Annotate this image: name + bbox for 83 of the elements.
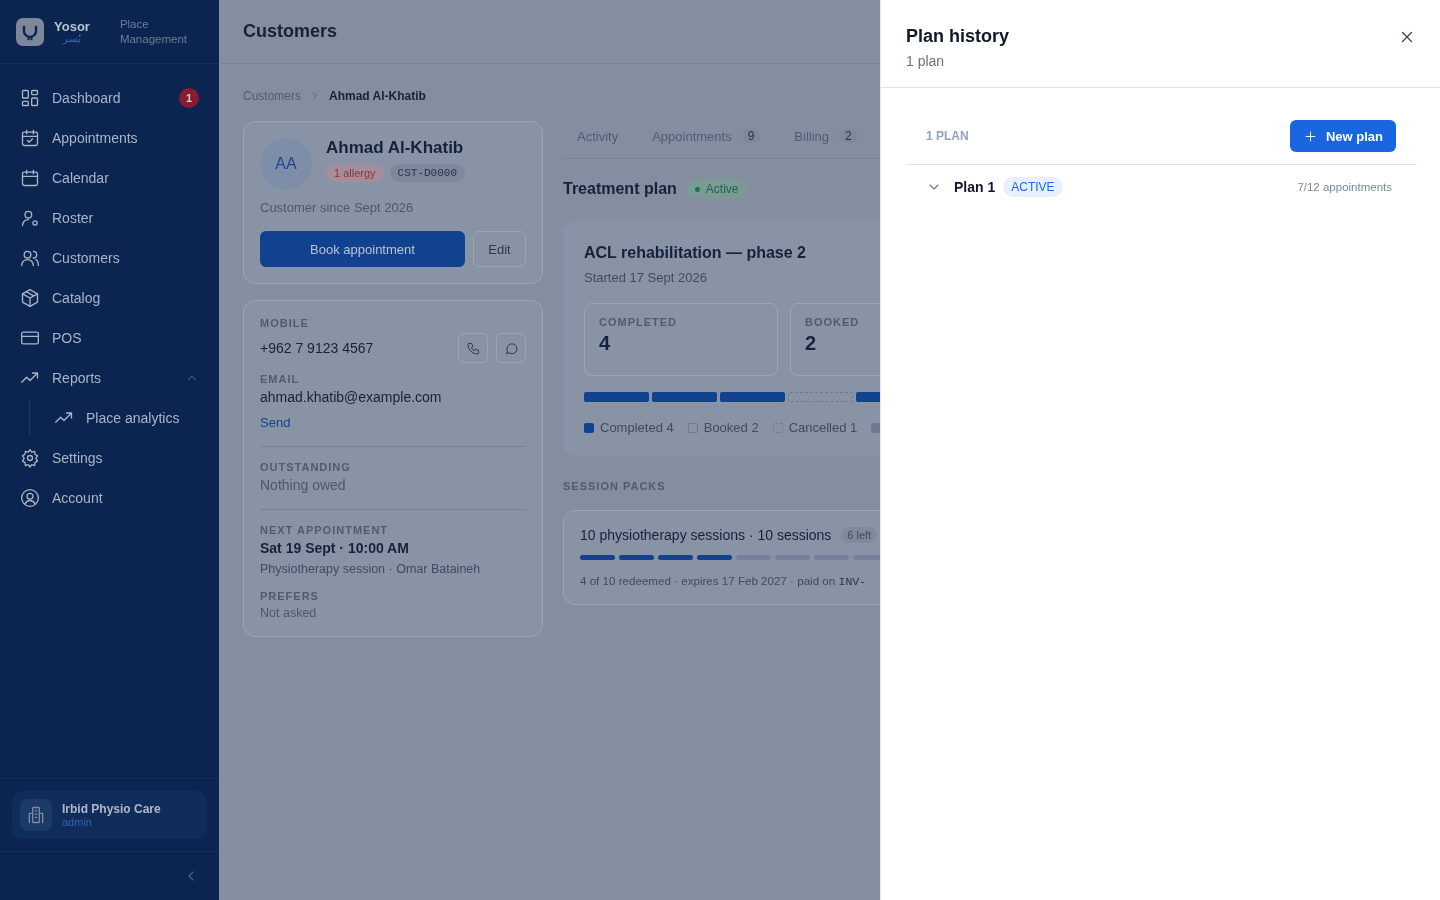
prefers-value: Not asked [260,606,318,620]
nav-item[interactable]: Customers [12,240,207,276]
customer-name: Ahmad Al-Khatib [326,138,465,158]
nav-item[interactable]: POS [12,320,207,356]
nav-item[interactable]: Dashboard 1 [12,80,207,116]
call-button[interactable] [458,333,488,363]
user-circle-icon [20,488,40,508]
status-badge: ACTIVE [1003,177,1063,197]
plan-start-date: Started 17 Sept 2026 [584,270,708,285]
drawer-subtitle: 1 plan [906,53,946,69]
drawer-title: Plan history [906,26,1010,47]
calendar-icon [20,168,40,188]
customer-id-tag: CST-D0000 [389,164,465,182]
stat-label: BOOKED [805,316,861,328]
gear-icon [20,448,40,468]
section-title: Treatment plan [563,180,677,198]
brand-name: Yosor [54,19,90,34]
progress-segment [584,392,649,402]
calendar-check-icon [20,128,40,148]
box-icon [20,288,40,308]
outstanding-value: Nothing owed [260,477,347,493]
brand-subtitle: Place Management [119,16,188,47]
legend-swatch [772,422,783,433]
page-title: Customers [243,21,338,42]
plan-row[interactable]: Plan 1 ACTIVE 7/12 appointments [906,164,1416,197]
stat-value: 4 [599,332,612,355]
status-badge: Active [686,179,747,199]
email-address: ahmad.khatib@example.com [260,389,443,405]
count-badge: 1 [179,88,199,108]
building-icon [26,805,46,825]
nav-item[interactable]: Reports [12,360,207,396]
field-label: PREFERS [260,590,320,602]
stat-value: 2 [805,332,818,355]
edit-button[interactable]: Edit [473,231,526,267]
progress-segment [788,392,853,402]
pack-summary: 4 of 10 redeemed · expires 17 Feb 2027 · paid on INV- [580,574,868,588]
appointment-count: 7/12 appointments [1297,181,1392,193]
workspace-role: admin [62,816,93,828]
allergy-tag: 1 allergy [326,164,384,182]
phone-number: +962 7 9123 4567 [260,340,374,356]
users-icon [20,248,40,268]
appointment-detail: Physiotherapy session · Omar Bataineh [260,562,482,576]
pack-title: 10 physiotherapy sessions · 10 sessions [580,527,832,543]
chat-bubble-icon [503,340,519,356]
nav-item[interactable]: Place analytics [30,400,207,436]
nav-item[interactable]: Appointments [12,120,207,156]
customer-since: Customer since Sept 2026 [260,200,415,215]
workspace-name: Irbid Physio Care [62,802,161,816]
nav-item[interactable]: Account [12,480,207,516]
plan-title: ACL rehabilitation — phase 2 [584,244,807,262]
legend-swatch [871,422,880,433]
field-label: EMAIL [260,373,301,385]
phone-icon [465,340,481,356]
breadcrumb-link[interactable]: Ahmad Al-Khatib [329,89,426,103]
plan-count: 1 PLAN [926,129,969,143]
nav-item[interactable]: Roster [12,200,207,236]
stat-label: COMPLETED [599,316,679,328]
nav-item[interactable]: Calendar [12,160,207,196]
legend-swatch [687,422,698,433]
progress-segment [720,392,785,402]
legend-swatch [584,422,594,433]
app-logo-icon [16,17,44,46]
avatar: AA [260,138,312,190]
brand-name-arabic: يُسر [62,34,81,44]
field-label: OUTSTANDING [260,461,352,473]
legend-label: Completed 4 [600,420,674,435]
nav-item[interactable]: Settings [12,440,207,476]
user-gear-icon [20,208,40,228]
field-label: NEXT APPOINTMENT [260,524,390,536]
field-label: MOBILE [260,317,310,329]
nav-item[interactable]: Catalog [12,280,207,316]
grid-icon [20,88,40,108]
remaining-badge: 6 left [841,527,878,543]
new-plan-button[interactable]: New plan [1289,120,1396,152]
legend-label: Booked 2 [703,420,759,435]
legend-label: Cancelled 1 [788,420,858,435]
progress-segment [652,392,717,402]
workspace-card[interactable]: Irbid Physio Care admin [12,791,207,839]
next-appointment: Sat 19 Sept · 10:00 AM [260,540,410,556]
message-button[interactable] [496,333,526,363]
book-appointment-button[interactable]: Book appointment [260,231,465,267]
plus-icon [1302,128,1318,144]
plan-name: Plan 1 [954,179,996,195]
